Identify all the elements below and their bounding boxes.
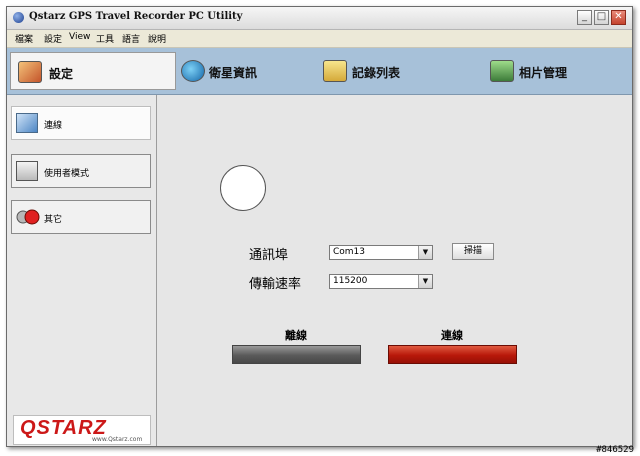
user-mode-icon	[16, 161, 38, 181]
tab-photo-manager[interactable]: 相片管理	[488, 52, 628, 90]
scan-button[interactable]: 掃描	[452, 243, 494, 260]
sidebar-item-user-mode[interactable]: 使用者模式	[11, 154, 151, 188]
port-label: 通訊埠	[249, 248, 289, 263]
menu-settings[interactable]: 設定	[44, 32, 62, 45]
menu-bar: 檔案 設定 View 工具 語言 說明	[7, 30, 632, 48]
satellite-icon	[181, 60, 205, 82]
app-window: Qstarz GPS Travel Recorder PC Utility _ …	[6, 6, 633, 447]
app-globe-icon	[13, 12, 24, 23]
menu-view[interactable]: View	[69, 32, 90, 42]
connect-button[interactable]	[388, 345, 517, 364]
port-select-value: Com13	[333, 247, 366, 257]
main-toolbar: 設定 衛星資訊 記錄列表 相片管理	[7, 48, 632, 95]
image-watermark: #846529	[596, 445, 634, 455]
port-select[interactable]: Com13 ▼	[329, 245, 433, 260]
window-title: Qstarz GPS Travel Recorder PC Utility	[29, 11, 243, 22]
maximize-button[interactable]: □	[594, 10, 609, 25]
tab-log-list-label: 記錄列表	[352, 66, 401, 80]
baud-rate-label: 傳輸速率	[249, 277, 302, 292]
sidebar-item-connection[interactable]: 連線	[11, 106, 151, 140]
menu-language[interactable]: 語言	[122, 32, 140, 45]
connection-icon	[16, 113, 38, 133]
disconnect-label: 離線	[285, 329, 307, 342]
baud-rate-select[interactable]: 115200 ▼	[329, 274, 433, 289]
sidebar-item-label: 連線	[44, 121, 63, 131]
connection-status-indicator	[220, 165, 266, 211]
tab-log-list[interactable]: 記錄列表	[321, 52, 481, 90]
photo-manager-icon	[490, 60, 514, 82]
tab-satellite-info[interactable]: 衛星資訊	[179, 52, 319, 90]
menu-tools[interactable]: 工具	[96, 32, 114, 45]
baud-rate-select-value: 115200	[333, 276, 368, 286]
close-button[interactable]: ✕	[611, 10, 626, 25]
tab-satellite-info-label: 衛星資訊	[209, 66, 258, 80]
sidebar-item-other[interactable]: 其它	[11, 200, 151, 234]
logo-url: www.Qstarz.com	[92, 436, 143, 443]
qstarz-logo: QSTARZ www.Qstarz.com	[13, 415, 151, 445]
sidebar: 連線 使用者模式 其它 QSTARZ www.Qstarz.com	[7, 95, 157, 446]
sidebar-item-label: 使用者模式	[44, 169, 90, 179]
tab-settings[interactable]: 設定	[10, 52, 176, 90]
connection-panel: 通訊埠 Com13 ▼ 掃描 傳輸速率 115200 ▼ 離線 連線	[157, 95, 632, 446]
menu-help[interactable]: 說明	[148, 32, 166, 45]
sidebar-item-label: 其它	[44, 215, 63, 225]
minimize-button[interactable]: _	[577, 10, 592, 25]
chevron-down-icon[interactable]: ▼	[418, 246, 432, 259]
menu-file[interactable]: 檔案	[15, 32, 33, 45]
other-icon	[16, 207, 40, 227]
title-bar[interactable]: Qstarz GPS Travel Recorder PC Utility _ …	[7, 7, 632, 30]
tab-photo-manager-label: 相片管理	[519, 66, 568, 80]
tab-settings-label: 設定	[49, 67, 74, 81]
settings-icon	[18, 61, 42, 83]
log-list-icon	[323, 60, 347, 82]
disconnect-button[interactable]	[232, 345, 361, 364]
chevron-down-icon[interactable]: ▼	[418, 275, 432, 288]
connect-label: 連線	[441, 329, 463, 342]
